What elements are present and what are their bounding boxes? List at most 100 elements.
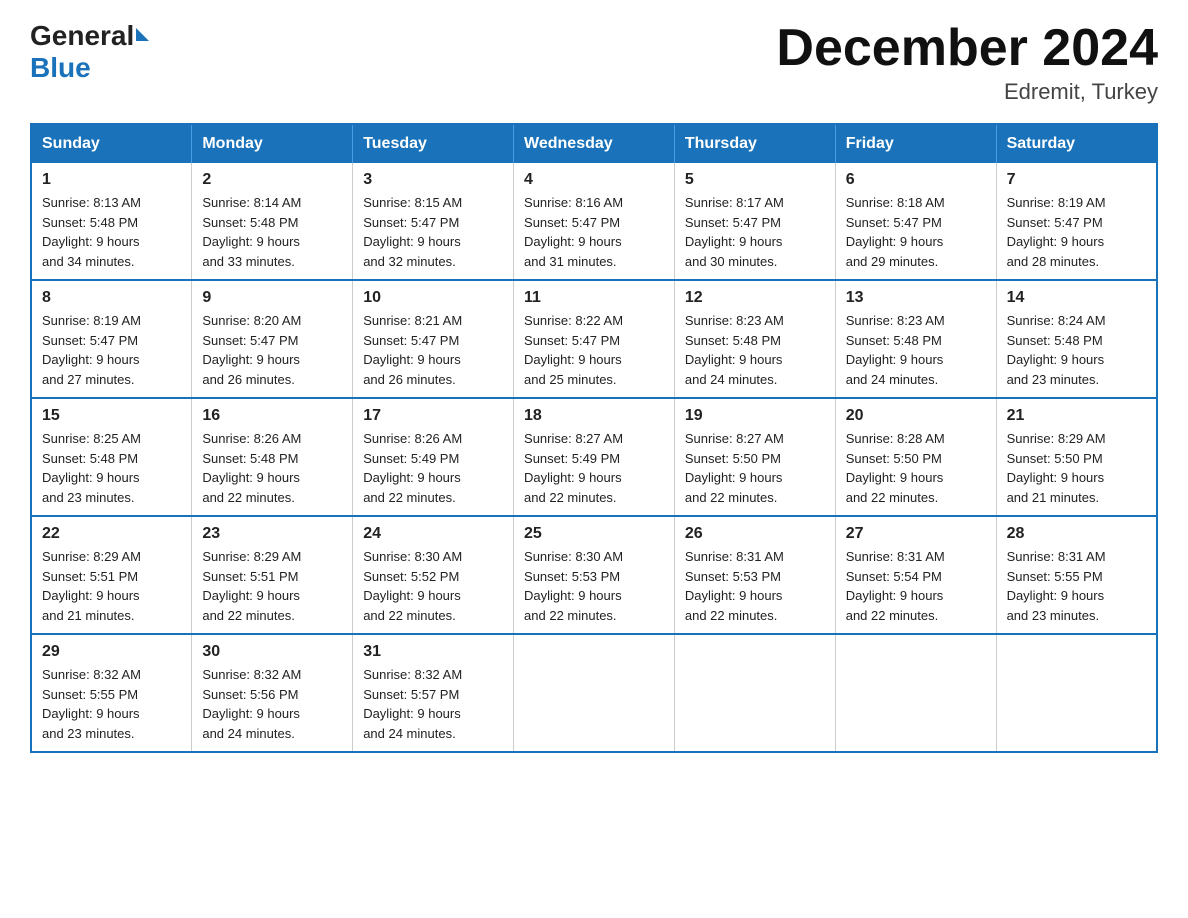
calendar-day-cell: 25Sunrise: 8:30 AMSunset: 5:53 PMDayligh…: [514, 516, 675, 634]
day-detail: Sunrise: 8:32 AMSunset: 5:56 PMDaylight:…: [202, 665, 342, 743]
calendar-week-row: 8 Sunrise: 8:19 AMSunset: 5:47 PMDaylight…: [31, 280, 1157, 398]
day-number: 31: [363, 643, 503, 661]
calendar-day-cell: 3 Sunrise: 8:15 AMSunset: 5:47 PMDaylight…: [353, 163, 514, 280]
day-number: 26: [685, 525, 825, 543]
day-number: 7: [1007, 171, 1146, 189]
logo-general-text: General: [30, 20, 134, 52]
calendar-day-cell: [835, 634, 996, 752]
day-number: 8: [42, 289, 181, 307]
calendar-day-cell: 29 Sunrise: 8:32 AMSunset: 5:55 PMDayligh…: [31, 634, 192, 752]
day-number: 6: [846, 171, 986, 189]
location-subtitle: Edremit, Turkey: [776, 79, 1158, 105]
calendar-day-cell: 2Sunrise: 8:14 AMSunset: 5:48 PMDaylight…: [192, 163, 353, 280]
calendar-day-cell: 7 Sunrise: 8:19 AMSunset: 5:47 PMDaylight…: [996, 163, 1157, 280]
calendar-day-cell: [996, 634, 1157, 752]
calendar-day-cell: 14 Sunrise: 8:24 AMSunset: 5:48 PMDayligh…: [996, 280, 1157, 398]
day-detail: Sunrise: 8:26 AMSunset: 5:48 PMDaylight:…: [202, 429, 342, 507]
day-detail: Sunrise: 8:22 AMSunset: 5:47 PMDaylight:…: [524, 311, 664, 389]
day-detail: Sunrise: 8:26 AMSunset: 5:49 PMDaylight:…: [363, 429, 503, 507]
day-detail: Sunrise: 8:24 AMSunset: 5:48 PMDaylight:…: [1007, 311, 1146, 389]
day-number: 27: [846, 525, 986, 543]
calendar-day-cell: 10 Sunrise: 8:21 AMSunset: 5:47 PMDayligh…: [353, 280, 514, 398]
day-detail: Sunrise: 8:29 AMSunset: 5:51 PMDaylight:…: [202, 547, 342, 625]
day-number: 19: [685, 407, 825, 425]
day-detail: Sunrise: 8:29 AMSunset: 5:50 PMDaylight:…: [1007, 429, 1146, 507]
calendar-day-cell: 20 Sunrise: 8:28 AMSunset: 5:50 PMDayligh…: [835, 398, 996, 516]
day-number: 13: [846, 289, 986, 307]
day-number: 4: [524, 171, 664, 189]
day-number: 23: [202, 525, 342, 543]
calendar-day-cell: 1 Sunrise: 8:13 AMSunset: 5:48 PMDaylight…: [31, 163, 192, 280]
day-detail: Sunrise: 8:13 AMSunset: 5:48 PMDaylight:…: [42, 193, 181, 271]
calendar-day-cell: 5Sunrise: 8:17 AMSunset: 5:47 PMDaylight…: [674, 163, 835, 280]
day-number: 17: [363, 407, 503, 425]
calendar-day-cell: 30Sunrise: 8:32 AMSunset: 5:56 PMDayligh…: [192, 634, 353, 752]
calendar-day-cell: 6Sunrise: 8:18 AMSunset: 5:47 PMDaylight…: [835, 163, 996, 280]
calendar-day-cell: 16 Sunrise: 8:26 AMSunset: 5:48 PMDayligh…: [192, 398, 353, 516]
day-number: 1: [42, 171, 181, 189]
calendar-day-cell: [514, 634, 675, 752]
day-number: 15: [42, 407, 181, 425]
calendar-day-cell: 4 Sunrise: 8:16 AMSunset: 5:47 PMDaylight…: [514, 163, 675, 280]
day-number: 24: [363, 525, 503, 543]
day-detail: Sunrise: 8:16 AMSunset: 5:47 PMDaylight:…: [524, 193, 664, 271]
calendar-day-cell: 26 Sunrise: 8:31 AMSunset: 5:53 PMDayligh…: [674, 516, 835, 634]
day-detail: Sunrise: 8:17 AMSunset: 5:47 PMDaylight:…: [685, 193, 825, 271]
day-number: 20: [846, 407, 986, 425]
calendar-day-cell: 22 Sunrise: 8:29 AMSunset: 5:51 PMDayligh…: [31, 516, 192, 634]
day-detail: Sunrise: 8:21 AMSunset: 5:47 PMDaylight:…: [363, 311, 503, 389]
day-of-week-header: Sunday: [31, 124, 192, 163]
day-detail: Sunrise: 8:32 AMSunset: 5:55 PMDaylight:…: [42, 665, 181, 743]
day-number: 28: [1007, 525, 1146, 543]
day-number: 22: [42, 525, 181, 543]
calendar-day-cell: [674, 634, 835, 752]
calendar-day-cell: 17 Sunrise: 8:26 AMSunset: 5:49 PMDayligh…: [353, 398, 514, 516]
page-header: General Blue December 2024 Edremit, Turk…: [30, 20, 1158, 105]
day-number: 29: [42, 643, 181, 661]
logo-blue-text: Blue: [30, 52, 91, 84]
day-detail: Sunrise: 8:29 AMSunset: 5:51 PMDaylight:…: [42, 547, 181, 625]
day-detail: Sunrise: 8:31 AMSunset: 5:54 PMDaylight:…: [846, 547, 986, 625]
day-number: 25: [524, 525, 664, 543]
calendar-day-cell: 15 Sunrise: 8:25 AMSunset: 5:48 PMDayligh…: [31, 398, 192, 516]
day-number: 21: [1007, 407, 1146, 425]
calendar-day-cell: 11Sunrise: 8:22 AMSunset: 5:47 PMDayligh…: [514, 280, 675, 398]
day-detail: Sunrise: 8:31 AMSunset: 5:53 PMDaylight:…: [685, 547, 825, 625]
day-number: 16: [202, 407, 342, 425]
day-number: 10: [363, 289, 503, 307]
day-of-week-header: Wednesday: [514, 124, 675, 163]
calendar-day-cell: 27 Sunrise: 8:31 AMSunset: 5:54 PMDayligh…: [835, 516, 996, 634]
calendar-day-cell: 28Sunrise: 8:31 AMSunset: 5:55 PMDayligh…: [996, 516, 1157, 634]
calendar-table: SundayMondayTuesdayWednesdayThursdayFrid…: [30, 123, 1158, 753]
day-number: 14: [1007, 289, 1146, 307]
day-number: 12: [685, 289, 825, 307]
calendar-header: SundayMondayTuesdayWednesdayThursdayFrid…: [31, 124, 1157, 163]
day-detail: Sunrise: 8:23 AMSunset: 5:48 PMDaylight:…: [846, 311, 986, 389]
title-area: December 2024 Edremit, Turkey: [776, 20, 1158, 105]
day-detail: Sunrise: 8:25 AMSunset: 5:48 PMDaylight:…: [42, 429, 181, 507]
calendar-day-cell: 12Sunrise: 8:23 AMSunset: 5:48 PMDayligh…: [674, 280, 835, 398]
calendar-day-cell: 8 Sunrise: 8:19 AMSunset: 5:47 PMDaylight…: [31, 280, 192, 398]
calendar-day-cell: 18Sunrise: 8:27 AMSunset: 5:49 PMDayligh…: [514, 398, 675, 516]
day-of-week-header: Tuesday: [353, 124, 514, 163]
calendar-week-row: 1 Sunrise: 8:13 AMSunset: 5:48 PMDaylight…: [31, 163, 1157, 280]
day-of-week-header: Saturday: [996, 124, 1157, 163]
calendar-day-cell: 24 Sunrise: 8:30 AMSunset: 5:52 PMDayligh…: [353, 516, 514, 634]
day-detail: Sunrise: 8:19 AMSunset: 5:47 PMDaylight:…: [1007, 193, 1146, 271]
calendar-day-cell: 9Sunrise: 8:20 AMSunset: 5:47 PMDaylight…: [192, 280, 353, 398]
day-detail: Sunrise: 8:19 AMSunset: 5:47 PMDaylight:…: [42, 311, 181, 389]
days-of-week-row: SundayMondayTuesdayWednesdayThursdayFrid…: [31, 124, 1157, 163]
month-year-title: December 2024: [776, 20, 1158, 77]
calendar-day-cell: 21 Sunrise: 8:29 AMSunset: 5:50 PMDayligh…: [996, 398, 1157, 516]
logo-triangle-icon: [136, 28, 149, 41]
day-detail: Sunrise: 8:20 AMSunset: 5:47 PMDaylight:…: [202, 311, 342, 389]
day-number: 3: [363, 171, 503, 189]
day-detail: Sunrise: 8:28 AMSunset: 5:50 PMDaylight:…: [846, 429, 986, 507]
day-detail: Sunrise: 8:15 AMSunset: 5:47 PMDaylight:…: [363, 193, 503, 271]
day-number: 2: [202, 171, 342, 189]
calendar-body: 1 Sunrise: 8:13 AMSunset: 5:48 PMDaylight…: [31, 163, 1157, 752]
calendar-week-row: 15 Sunrise: 8:25 AMSunset: 5:48 PMDayligh…: [31, 398, 1157, 516]
day-detail: Sunrise: 8:32 AMSunset: 5:57 PMDaylight:…: [363, 665, 503, 743]
day-detail: Sunrise: 8:30 AMSunset: 5:52 PMDaylight:…: [363, 547, 503, 625]
logo-area: General Blue: [30, 20, 149, 84]
